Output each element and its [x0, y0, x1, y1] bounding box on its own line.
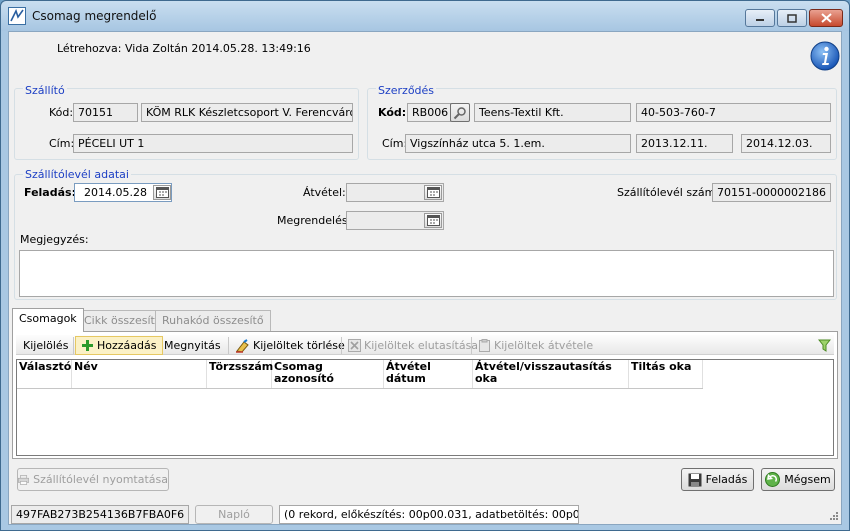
minimize-icon [756, 19, 764, 21]
resize-grip-icon[interactable] [827, 511, 839, 523]
calendar-icon [156, 187, 169, 198]
reject-selected-label: Kijelöltek elutasítása [364, 339, 479, 352]
receive-selected-label: Kijelöltek átvétele [494, 339, 594, 352]
cancel-button-label: Mégsem [784, 473, 831, 486]
key-search-icon [453, 106, 466, 119]
col-header-receipt-date[interactable]: Átvétel dátum [384, 360, 473, 388]
record-id-field[interactable]: 497FAB273B254136B7FBA0F6 [11, 505, 189, 524]
packages-toolbar: Kijelölés Hozzáadás Megnyitás Kijelöltek… [16, 335, 834, 355]
col-header-registry-number[interactable]: Törzsszám [207, 360, 273, 388]
filter-button[interactable] [813, 336, 836, 355]
delivery-note-number-label: Szállítólevél száma: [617, 186, 726, 199]
supplier-address-label: Cím: [49, 137, 75, 150]
eraser-icon [236, 338, 249, 353]
log-button[interactable]: Napló [195, 505, 273, 524]
app-icon [8, 7, 26, 25]
col-header-package-id[interactable]: Csomag azonosító [272, 360, 384, 388]
packages-grid[interactable]: Választó Név Törzsszám Csomag azonosító … [16, 359, 834, 456]
col-header-receipt-reason[interactable]: Átvétel/visszautasítás oka [473, 360, 629, 388]
plus-icon [82, 340, 93, 351]
print-button-label: Szállítólevél nyomtatása [33, 473, 168, 486]
delete-selected-label: Kijelöltek törlése [253, 339, 345, 352]
toolbar-separator [471, 337, 472, 354]
undo-arrow-icon [765, 472, 781, 487]
grid-header: Választó Név Törzsszám Csomag azonosító … [17, 360, 703, 389]
status-info-text: (0 rekord, előkészítés: 00p00.031, adatb… [279, 505, 579, 524]
reject-icon [348, 339, 361, 352]
toolbar-separator [228, 337, 229, 354]
supplier-name-field[interactable]: KÖM RLK Készletcsoport V. Ferencváros [141, 103, 353, 122]
dispatch-button[interactable]: Feladás [681, 468, 754, 491]
supplier-group-title: Szállító [23, 84, 67, 97]
calendar-icon [427, 215, 440, 226]
info-icon[interactable] [810, 41, 840, 71]
col-header-name[interactable]: Név [72, 360, 207, 388]
cancel-button[interactable]: Mégsem [761, 468, 835, 491]
maximize-icon [787, 13, 797, 23]
contract-code-field[interactable]: RB006 [407, 103, 451, 122]
application-window: Csomag megrendelő Létrehozva: Vida Zoltá… [0, 0, 850, 531]
comment-textarea[interactable] [19, 250, 834, 297]
add-button[interactable]: Hozzáadás [75, 336, 163, 355]
dispatch-button-label: Feladás [705, 473, 748, 486]
dispatch-calendar-button[interactable] [153, 185, 171, 200]
supplier-code-label: Kód: [49, 106, 74, 119]
delivery-note-number-field[interactable]: 70151-0000002186 [712, 183, 831, 202]
col-header-selector[interactable]: Választó [17, 360, 72, 388]
open-button-label: Megnyitás [164, 339, 221, 352]
contract-search-button[interactable] [450, 103, 470, 122]
contract-number-field[interactable]: 40-503-760-7 [636, 103, 831, 122]
close-button[interactable] [809, 9, 843, 27]
add-button-label: Hozzáadás [97, 339, 157, 352]
toolbar-separator [73, 337, 74, 354]
contract-address-field[interactable]: Vigszínház utca 5. 1.em. [405, 134, 631, 153]
contract-group-title: Szerződés [376, 84, 437, 97]
open-button[interactable]: Megnyitás [159, 336, 226, 355]
dialog-client-area: Létrehozva: Vida Zoltán 2014.05.28. 13:4… [8, 31, 842, 525]
log-button-label: Napló [218, 508, 250, 521]
title-bar[interactable]: Csomag megrendelő [1, 1, 849, 31]
filter-icon [818, 339, 831, 352]
receipt-label: Átvétel: [303, 186, 346, 199]
floppy-icon [688, 473, 702, 486]
contract-address-label: Cím: [382, 137, 408, 150]
select-button[interactable]: Kijelölés [18, 336, 73, 355]
clipboard-icon [479, 339, 490, 352]
window-title: Csomag megrendelő [32, 9, 157, 23]
maximize-button[interactable] [777, 9, 807, 27]
receive-selected-button[interactable]: Kijelöltek átvétele [473, 336, 598, 355]
col-header-block-reason[interactable]: Tiltás oka [629, 360, 703, 388]
supplier-address-field[interactable]: PÉCELI UT 1 [73, 134, 353, 153]
receipt-calendar-button[interactable] [424, 185, 442, 200]
contract-code-label: Kód: [378, 106, 407, 119]
toolbar-separator [341, 337, 342, 354]
minimize-button[interactable] [745, 9, 775, 27]
calendar-icon [427, 187, 440, 198]
close-icon [820, 13, 832, 23]
packages-panel: Kijelölés Hozzáadás Megnyitás Kijelöltek… [12, 331, 838, 459]
tab-packages[interactable]: Csomagok [12, 308, 84, 332]
created-by-text: Létrehozva: Vida Zoltán 2014.05.28. 13:4… [57, 42, 311, 55]
dispatch-label: Feladás: [24, 186, 76, 199]
delivery-note-group-title: Szállítólevél adatai [23, 168, 131, 181]
delete-selected-button[interactable]: Kijelöltek törlése [230, 336, 350, 355]
select-button-label: Kijelölés [23, 339, 69, 352]
supplier-code-field[interactable]: 70151 [73, 103, 138, 122]
contract-date-to-field[interactable]: 2014.12.03. [741, 134, 831, 153]
reject-selected-button[interactable]: Kijelöltek elutasítása [343, 336, 483, 355]
tab-strip: Csomagok Cikk összesítő Ruhakód összesít… [9, 308, 841, 332]
order-label: Megrendelés: [277, 214, 352, 227]
contract-partner-field[interactable]: Teens-Textil Kft. [474, 103, 631, 122]
contract-date-from-field[interactable]: 2013.12.11. [636, 134, 733, 153]
print-delivery-note-button[interactable]: Szállítólevél nyomtatása [17, 468, 169, 491]
order-calendar-button[interactable] [424, 213, 442, 228]
tab-clothing-code-summary[interactable]: Ruhakód összesítő [155, 310, 271, 331]
comment-label: Megjegyzés: [20, 233, 89, 246]
printer-icon [18, 474, 30, 485]
status-bar: 497FAB273B254136B7FBA0F6 Napló (0 rekord… [9, 502, 841, 526]
